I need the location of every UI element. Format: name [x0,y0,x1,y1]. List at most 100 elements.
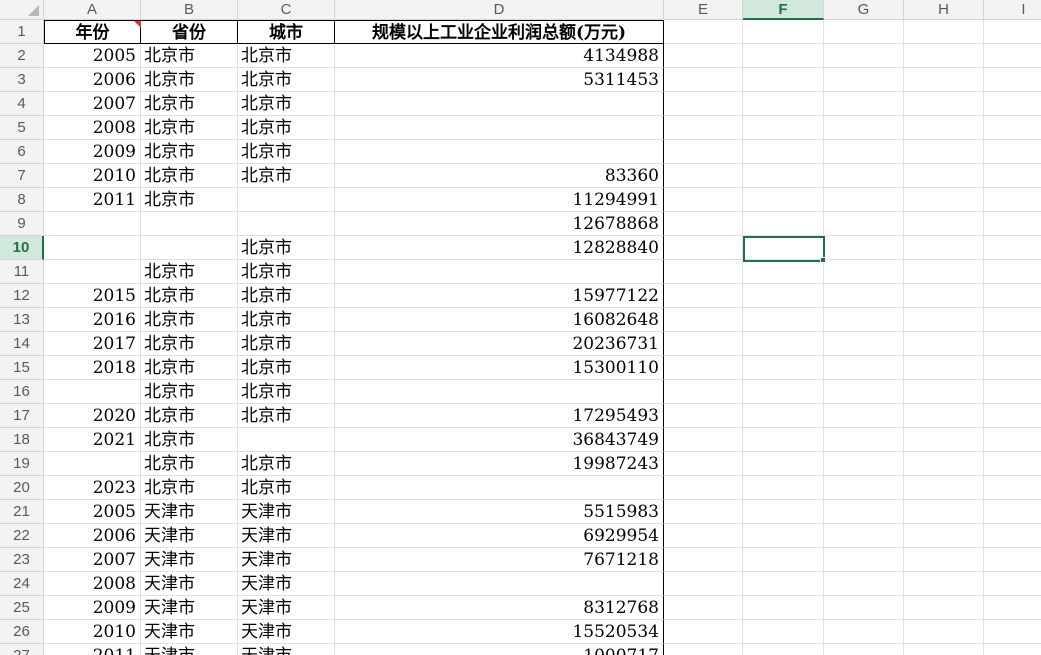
cell-g5[interactable] [824,116,904,140]
cell-a10[interactable] [44,236,141,260]
cell-i20[interactable] [984,476,1041,500]
cell-b22[interactable]: 天津市 [141,524,238,548]
cell-e4[interactable] [664,92,743,116]
cell-i18[interactable] [984,428,1041,452]
cell-a5[interactable]: 2008 [44,116,141,140]
cell-g13[interactable] [824,308,904,332]
cell-g8[interactable] [824,188,904,212]
cell-g7[interactable] [824,164,904,188]
cell-g1[interactable] [824,20,904,44]
cell-f25[interactable] [743,596,824,620]
column-header-c[interactable]: C [238,0,335,20]
row-header-25[interactable]: 25 [0,596,44,620]
cell-c26[interactable]: 天津市 [238,620,335,644]
cell-c4[interactable]: 北京市 [238,92,335,116]
cell-c6[interactable]: 北京市 [238,140,335,164]
cell-a11[interactable] [44,260,141,284]
cell-c9[interactable] [238,212,335,236]
cell-g6[interactable] [824,140,904,164]
row-header-23[interactable]: 23 [0,548,44,572]
cell-b15[interactable]: 北京市 [141,356,238,380]
cell-f21[interactable] [743,500,824,524]
cell-b7[interactable]: 北京市 [141,164,238,188]
cell-i11[interactable] [984,260,1041,284]
cell-a2[interactable]: 2005 [44,44,141,68]
cell-h16[interactable] [904,380,984,404]
cell-i22[interactable] [984,524,1041,548]
cell-b9[interactable] [141,212,238,236]
cell-i25[interactable] [984,596,1041,620]
cell-c23[interactable]: 天津市 [238,548,335,572]
row-header-13[interactable]: 13 [0,308,44,332]
cell-i24[interactable] [984,572,1041,596]
cell-d24[interactable] [335,572,664,596]
cell-i10[interactable] [984,236,1041,260]
cell-d21[interactable]: 5515983 [335,500,664,524]
cell-f11[interactable] [743,260,824,284]
cell-a17[interactable]: 2020 [44,404,141,428]
cell-f19[interactable] [743,452,824,476]
row-header-19[interactable]: 19 [0,452,44,476]
cell-c22[interactable]: 天津市 [238,524,335,548]
cell-f9[interactable] [743,212,824,236]
cell-d23[interactable]: 7671218 [335,548,664,572]
row-header-7[interactable]: 7 [0,164,44,188]
cell-e16[interactable] [664,380,743,404]
cell-d27[interactable]: 1000717 [335,644,664,655]
cell-d16[interactable] [335,380,664,404]
cell-e25[interactable] [664,596,743,620]
cell-h1[interactable] [904,20,984,44]
cell-h7[interactable] [904,164,984,188]
cell-f23[interactable] [743,548,824,572]
cell-b26[interactable]: 天津市 [141,620,238,644]
cell-a18[interactable]: 2021 [44,428,141,452]
cell-e15[interactable] [664,356,743,380]
cell-c8[interactable] [238,188,335,212]
cell-i8[interactable] [984,188,1041,212]
cell-i1[interactable] [984,20,1041,44]
cell-h8[interactable] [904,188,984,212]
cell-h24[interactable] [904,572,984,596]
cell-e14[interactable] [664,332,743,356]
cell-c16[interactable]: 北京市 [238,380,335,404]
cell-i2[interactable] [984,44,1041,68]
cell-d18[interactable]: 36843749 [335,428,664,452]
cell-a7[interactable]: 2010 [44,164,141,188]
cell-e7[interactable] [664,164,743,188]
cell-g20[interactable] [824,476,904,500]
cell-f3[interactable] [743,68,824,92]
row-header-3[interactable]: 3 [0,68,44,92]
fill-handle[interactable] [820,257,826,263]
cell-h19[interactable] [904,452,984,476]
cell-i4[interactable] [984,92,1041,116]
cell-c17[interactable]: 北京市 [238,404,335,428]
cell-a16[interactable] [44,380,141,404]
cell-h22[interactable] [904,524,984,548]
cell-a12[interactable]: 2015 [44,284,141,308]
cell-e8[interactable] [664,188,743,212]
column-header-d[interactable]: D [335,0,664,20]
cell-f1[interactable] [743,20,824,44]
cell-i7[interactable] [984,164,1041,188]
column-header-g[interactable]: G [824,0,904,20]
cell-b3[interactable]: 北京市 [141,68,238,92]
cell-g16[interactable] [824,380,904,404]
cell-g26[interactable] [824,620,904,644]
cell-e23[interactable] [664,548,743,572]
cell-h25[interactable] [904,596,984,620]
row-header-27[interactable]: 27 [0,644,44,655]
row-header-4[interactable]: 4 [0,92,44,116]
cell-b14[interactable]: 北京市 [141,332,238,356]
row-header-2[interactable]: 2 [0,44,44,68]
cell-c27[interactable]: 天津市 [238,644,335,655]
cell-f13[interactable] [743,308,824,332]
cell-g17[interactable] [824,404,904,428]
cell-a13[interactable]: 2016 [44,308,141,332]
row-header-9[interactable]: 9 [0,212,44,236]
cell-g18[interactable] [824,428,904,452]
cell-b27[interactable]: 天津市 [141,644,238,655]
cell-h6[interactable] [904,140,984,164]
cell-a15[interactable]: 2018 [44,356,141,380]
cell-f5[interactable] [743,116,824,140]
cell-h17[interactable] [904,404,984,428]
